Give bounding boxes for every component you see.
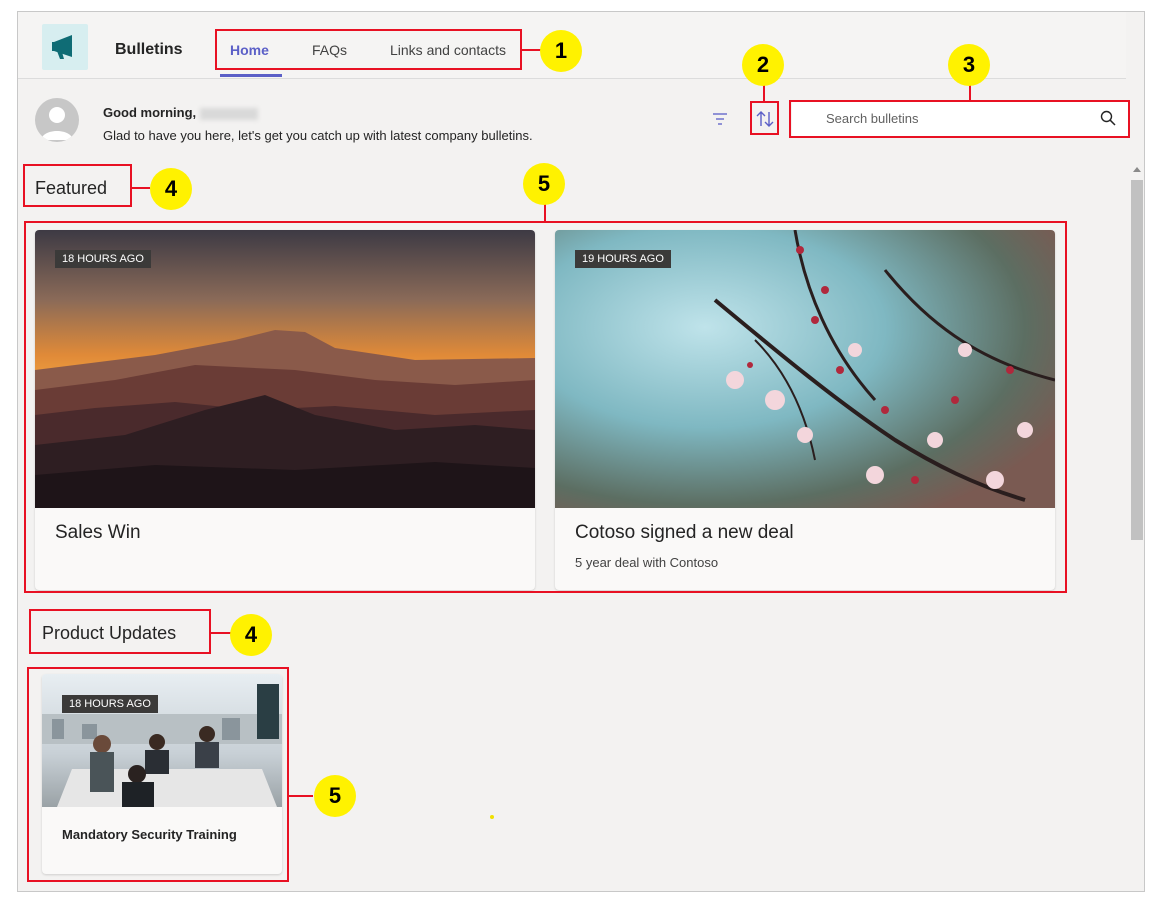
filter-icon [713,113,727,125]
callout-4b: 4 [230,614,272,656]
annotation-connector [132,187,150,189]
avatar[interactable] [35,98,79,142]
annotation-box-product-updates-card [27,667,289,882]
app-title: Bulletins [115,41,183,58]
annotation-box-featured-title [23,164,132,207]
annotation-box-tabs [215,29,522,70]
greeting-title: Good morning, [103,105,259,120]
annotation-connector [289,795,313,797]
bulletins-logo [42,24,88,70]
user-silhouette-icon [41,107,73,140]
callout-1: 1 [540,30,582,72]
annotation-box-search [789,100,1130,138]
scrollbar-thumb[interactable] [1131,180,1143,540]
callout-4a: 4 [150,168,192,210]
annotation-box-featured-cards [24,221,1067,593]
callout-3: 3 [948,44,990,86]
annotation-connector [522,49,542,51]
annotation-connector [969,84,971,100]
greeting-subtitle: Glad to have you here, let's get you cat… [103,128,533,143]
annotation-connector [763,84,765,101]
stray-dot [490,815,494,819]
callout-2: 2 [742,44,784,86]
annotation-box-product-updates-title [29,609,211,654]
megaphone-icon [52,35,72,59]
scroll-up-arrow-icon[interactable] [1133,167,1141,172]
filter-button[interactable] [712,112,728,131]
callout-5b: 5 [314,775,356,817]
active-tab-indicator [220,74,282,77]
callout-5a: 5 [523,163,565,205]
greeting-text: Good morning, [103,105,197,120]
annotation-connector [211,632,231,634]
blurred-user-name [200,107,259,120]
annotation-box-sort [750,101,779,135]
annotation-connector [544,204,546,221]
